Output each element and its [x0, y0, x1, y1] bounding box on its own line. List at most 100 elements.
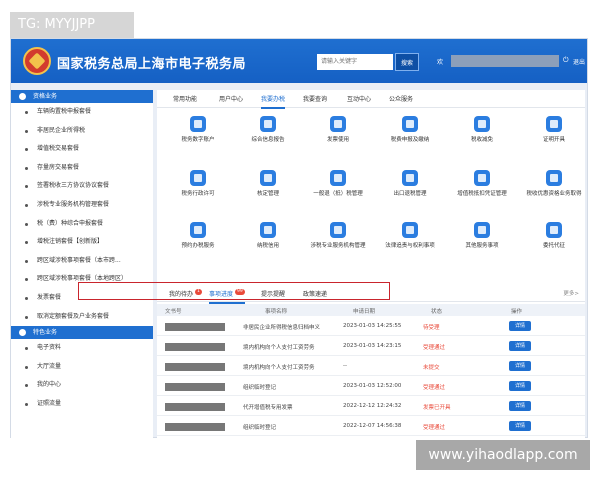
sidebar-section-label: 资格业务 — [33, 93, 58, 100]
function-tile[interactable]: 一般退（抵）税管理 — [307, 170, 369, 206]
apply-date: -- — [343, 363, 347, 369]
doc-no-redacted — [165, 403, 225, 411]
more-link[interactable]: 更多> — [563, 289, 579, 297]
sidebar-item[interactable]: 税（费）种综合申报套餐 — [11, 215, 153, 234]
details-button[interactable]: 详情 — [509, 401, 531, 411]
sidebar-item[interactable]: 存量房交易套餐 — [11, 159, 153, 178]
main-tab[interactable]: 常用功能 — [173, 94, 197, 107]
sidebar-item[interactable]: 证照流量 — [11, 395, 153, 414]
main-tab[interactable]: 互动中心 — [347, 94, 371, 107]
col-doc-no: 文书号 — [165, 309, 182, 315]
function-tile[interactable]: 其他服务事项 — [451, 222, 513, 258]
function-label: 一般退（抵）税管理 — [313, 191, 363, 197]
main-tab[interactable]: 用户中心 — [219, 94, 243, 107]
table-header: 文书号 事项名称 申请日期 状态 操作 — [157, 304, 585, 316]
function-icon — [260, 170, 276, 186]
function-tile[interactable]: 出口退税管理 — [379, 170, 441, 206]
table-row: 境内机构向个人支付工资劳务 2023-01-03 14:23:15 受理通过 详情 — [157, 336, 585, 356]
function-tile[interactable]: 涉税专业服务机构管理 — [307, 222, 369, 258]
function-tile[interactable]: 综合信息报告 — [237, 116, 299, 152]
table-row: 组织临时登记 2022-12-07 14:56:38 受理通过 详情 — [157, 416, 585, 436]
sidebar-item[interactable]: 电子资料 — [11, 339, 153, 358]
details-button[interactable]: 详情 — [509, 421, 531, 431]
details-button[interactable]: 详情 — [509, 381, 531, 391]
function-tile[interactable]: 证明开具 — [523, 116, 585, 152]
status-text: 发票已开具 — [423, 405, 451, 411]
status-text: 受理通过 — [423, 385, 446, 391]
function-label: 增值税抵扣凭证管理 — [457, 191, 507, 197]
function-tile[interactable]: 发票使用 — [307, 116, 369, 152]
function-tile[interactable]: 法律追责与权利事项 — [379, 222, 441, 258]
sidebar-item[interactable]: 非居民企业所得税 — [11, 122, 153, 141]
sidebar-item[interactable]: 取消定额套餐及户业务套餐 — [11, 308, 153, 327]
site-title: 国家税务总局上海市电子税务局 — [57, 57, 247, 72]
function-label: 核定管理 — [256, 191, 279, 197]
function-icon — [546, 116, 562, 132]
function-label: 纳税信用 — [256, 243, 279, 249]
function-label: 预约办税服务 — [181, 243, 215, 249]
main-tab[interactable]: 公众服务 — [389, 94, 413, 107]
function-tile[interactable]: 委托代征 — [523, 222, 585, 258]
function-label: 税收优惠资格业务取得 — [526, 191, 582, 197]
section-icon — [19, 93, 26, 100]
apply-date: 2022-12-07 14:56:38 — [343, 423, 402, 429]
doc-no-redacted — [165, 423, 225, 431]
function-icon — [260, 116, 276, 132]
function-label: 税务行政许可 — [181, 191, 215, 197]
sidebar-section-qualification[interactable]: 资格业务 — [11, 90, 153, 103]
col-status: 状态 — [431, 309, 443, 315]
sidebar-item[interactable]: 增税注销套餐【创新版】 — [11, 233, 153, 252]
function-label: 委托代征 — [542, 243, 565, 249]
function-icon — [190, 222, 206, 238]
sidebar-section-featured[interactable]: 特色业务 — [11, 326, 153, 340]
function-tile[interactable]: 纳税信用 — [237, 222, 299, 258]
sidebar-item[interactable]: 涉税专业服务机构管理套餐 — [11, 196, 153, 215]
details-button[interactable]: 详情 — [509, 361, 531, 371]
table-row: 组织临时登记 2023-01-03 12:52:00 受理通过 详情 — [157, 376, 585, 396]
item-name: 组织临时登记 — [243, 385, 277, 391]
welcome-text: 欢 — [437, 59, 444, 66]
main-tab[interactable]: 我要办税 — [261, 94, 286, 109]
details-button[interactable]: 详情 — [509, 341, 531, 351]
table-row: 代开增值税专用发票 2022-12-12 12:24:32 发票已开具 详情 — [157, 396, 585, 416]
sidebar-section-label: 特色业务 — [33, 329, 58, 337]
sidebar-item[interactable]: 我的中心 — [11, 376, 153, 395]
sidebar-item[interactable]: 签署税收三方协议协议套餐 — [11, 177, 153, 196]
sidebar-item[interactable]: 车辆购置税申报套餐 — [11, 103, 153, 122]
section-icon — [19, 329, 26, 337]
details-button[interactable]: 详情 — [509, 321, 531, 331]
item-name: 组织临时登记 — [243, 425, 277, 431]
status-text: 未提交 — [423, 365, 440, 371]
function-tile[interactable]: 增值税抵扣凭证管理 — [451, 170, 513, 206]
item-name: 境内机构向个人支付工资劳务 — [243, 345, 315, 351]
table-row: 非居民企业所得税信息归档申义 2023-01-03 14:25:55 待受理 详情 — [157, 316, 585, 336]
exit-link[interactable]: 退出 — [573, 57, 585, 66]
overlay-tag: TG: MYYJJPP — [10, 12, 134, 38]
exit-icon[interactable]: ⏻ — [563, 56, 569, 65]
function-tile[interactable]: 核定管理 — [237, 170, 299, 206]
sidebar: 资格业务 车辆购置税申报套餐 非居民企业所得税 增值税交易套餐 存量房交易套餐 签署税收… — [11, 90, 153, 438]
search-button[interactable]: 搜索 — [395, 53, 419, 71]
function-tile[interactable]: 预约办税服务 — [167, 222, 229, 258]
highlight-box — [78, 282, 390, 300]
item-name: 代开增值税专用发票 — [243, 405, 293, 411]
function-tile[interactable]: 税收减免 — [451, 116, 513, 152]
function-icon — [330, 170, 346, 186]
function-label: 发票使用 — [326, 137, 349, 143]
function-tile[interactable]: 税收优惠资格业务取得 — [523, 170, 585, 206]
function-label: 证明开具 — [542, 137, 565, 143]
sidebar-item[interactable]: 跨区域涉税事项套餐（本市跨... — [11, 252, 153, 271]
sidebar-item[interactable]: 增值税交易套餐 — [11, 140, 153, 159]
status-text: 受理通过 — [423, 425, 446, 431]
function-icon — [474, 170, 490, 186]
function-tile[interactable]: 税费申报及缴纳 — [379, 116, 441, 152]
sidebar-item[interactable]: 大厅流量 — [11, 358, 153, 377]
function-tile[interactable]: 税务数字账户 — [167, 116, 229, 152]
search-input[interactable] — [317, 54, 393, 70]
function-tile[interactable]: 税务行政许可 — [167, 170, 229, 206]
function-label: 综合信息报告 — [251, 137, 285, 143]
function-label: 税费申报及缴纳 — [390, 137, 430, 143]
function-label: 法律追责与权利事项 — [385, 243, 435, 249]
col-action: 操作 — [511, 309, 523, 315]
main-tab[interactable]: 我要查询 — [303, 94, 327, 107]
